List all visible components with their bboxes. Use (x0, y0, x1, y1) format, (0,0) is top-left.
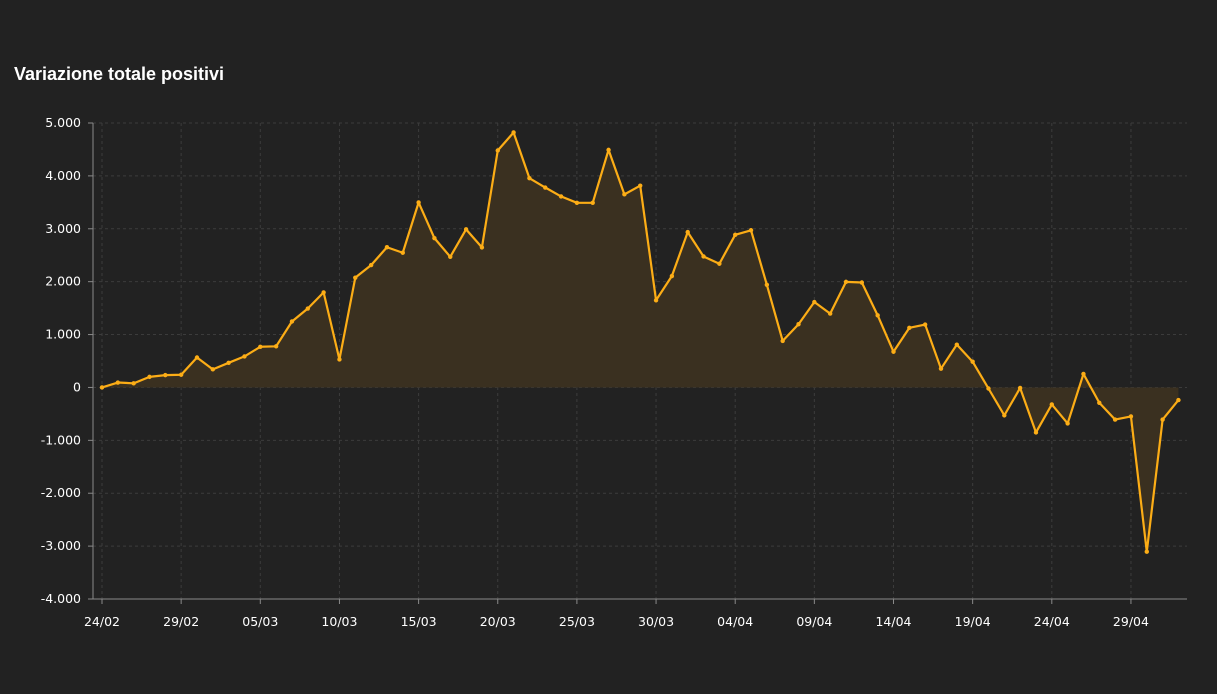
data-point[interactable] (669, 273, 675, 279)
data-point[interactable] (1160, 417, 1165, 422)
y-tick-label: 2.000 (45, 274, 81, 289)
data-point[interactable] (495, 148, 500, 153)
chart-card: Variazione totale positivi 5.000 4.000 3.0… (0, 0, 1217, 694)
data-point[interactable] (891, 349, 896, 354)
data-point[interactable] (321, 290, 326, 295)
data-point[interactable] (717, 261, 722, 266)
data-point[interactable] (400, 250, 405, 255)
data-point[interactable] (1112, 417, 1118, 422)
x-tick-label: 20/03 (480, 614, 516, 629)
y-tick-label: 0 (73, 379, 81, 394)
data-point[interactable] (859, 280, 865, 285)
y-tick-label: 1.000 (45, 327, 81, 342)
data-point[interactable] (479, 245, 485, 250)
x-tick-label: 29/02 (163, 614, 199, 629)
data-point[interactable] (1176, 397, 1181, 403)
x-tick-label: 24/04 (1034, 614, 1070, 629)
data-point[interactable] (653, 298, 659, 303)
data-point[interactable] (574, 200, 580, 206)
data-point[interactable] (1033, 430, 1039, 435)
data-point[interactable] (701, 254, 706, 259)
x-tick-label: 29/04 (1113, 614, 1149, 629)
data-point[interactable] (590, 200, 595, 206)
x-tick-label: 10/03 (321, 614, 357, 629)
data-point[interactable] (1017, 385, 1023, 391)
y-tick-label: -2.000 (41, 485, 81, 500)
x-tick-label: 09/04 (796, 614, 832, 629)
data-point[interactable] (748, 228, 754, 233)
x-tick-label: 05/03 (242, 614, 278, 629)
data-point[interactable] (543, 185, 548, 190)
x-tick-label: 15/03 (401, 614, 437, 629)
y-tick-label: 5.000 (45, 115, 81, 130)
data-point[interactable] (115, 380, 121, 385)
data-point[interactable] (780, 338, 785, 344)
data-point[interactable] (448, 254, 453, 260)
data-point[interactable] (463, 227, 469, 232)
data-point[interactable] (986, 386, 991, 391)
x-tick-label: 19/04 (955, 614, 991, 629)
x-tick-label: 30/03 (638, 614, 674, 629)
x-tick-label: 14/04 (875, 614, 911, 629)
data-point[interactable] (210, 367, 216, 372)
data-point[interactable] (938, 366, 944, 371)
data-point[interactable] (638, 183, 643, 188)
data-point[interactable] (242, 354, 247, 359)
data-point[interactable] (305, 306, 310, 311)
x-tick-label: 04/04 (717, 614, 753, 629)
data-point[interactable] (353, 275, 358, 280)
data-point[interactable] (258, 344, 263, 349)
data-point[interactable] (843, 279, 849, 285)
y-tick-label: 3.000 (45, 221, 81, 236)
y-tick-label: -4.000 (41, 591, 81, 606)
x-tick-label: 25/03 (559, 614, 595, 629)
data-point[interactable] (131, 381, 136, 386)
data-point[interactable] (875, 313, 880, 318)
data-point[interactable] (147, 374, 152, 380)
data-point[interactable] (954, 342, 960, 347)
data-point[interactable] (764, 282, 770, 287)
data-point[interactable] (178, 372, 184, 377)
data-point[interactable] (163, 372, 168, 378)
data-point[interactable] (432, 235, 437, 241)
data-point[interactable] (1128, 414, 1134, 419)
data-point[interactable] (1144, 549, 1149, 554)
data-point[interactable] (289, 319, 295, 324)
data-point[interactable] (1081, 371, 1086, 377)
data-point[interactable] (337, 357, 342, 362)
y-tick-label: 4.000 (45, 168, 81, 183)
data-point[interactable] (970, 359, 975, 364)
data-point[interactable] (194, 355, 200, 360)
data-point[interactable] (527, 175, 532, 181)
data-point[interactable] (99, 385, 105, 390)
data-point[interactable] (511, 130, 516, 135)
data-point[interactable] (622, 192, 627, 197)
line-area-chart: 5.000 4.000 3.000 2.000 1.000 0 -1.000 -2.000 -3… (41, 115, 1187, 629)
data-point[interactable] (384, 245, 390, 250)
y-tick-label: -1.000 (41, 432, 81, 447)
data-point[interactable] (1065, 421, 1070, 426)
data-point[interactable] (368, 262, 374, 268)
data-point[interactable] (733, 232, 738, 238)
y-tick-label: -3.000 (41, 538, 81, 553)
data-point[interactable] (1049, 402, 1055, 407)
data-point[interactable] (416, 200, 421, 205)
data-point[interactable] (1097, 400, 1102, 405)
data-point[interactable] (812, 299, 817, 305)
data-point[interactable] (558, 194, 564, 199)
data-point[interactable] (226, 360, 231, 365)
data-point[interactable] (922, 322, 928, 327)
data-point[interactable] (1002, 413, 1007, 418)
data-point[interactable] (273, 344, 279, 349)
data-point[interactable] (827, 311, 833, 316)
data-point[interactable] (606, 147, 611, 153)
data-point[interactable] (796, 322, 801, 327)
series-area (102, 132, 1179, 552)
data-point[interactable] (907, 325, 912, 331)
x-tick-label: 24/02 (84, 614, 120, 629)
data-point[interactable] (685, 229, 690, 235)
